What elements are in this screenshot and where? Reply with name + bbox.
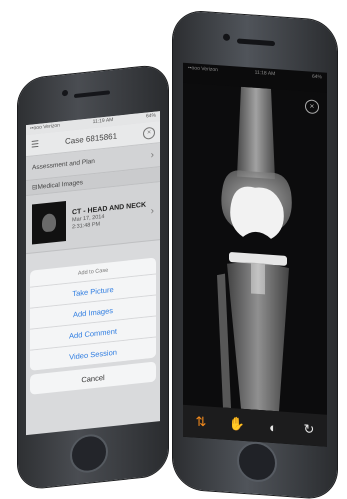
home-button[interactable] xyxy=(237,440,277,484)
hand-pan-icon[interactable]: ✋ xyxy=(226,413,248,437)
close-icon[interactable]: × xyxy=(305,99,319,115)
case-title: Case 6815861 xyxy=(65,131,118,147)
front-camera xyxy=(223,33,230,41)
product-showcase: ••ooo Verizon 11:19 AM 64% ☰ Case 681586… xyxy=(0,0,347,499)
contrast-icon[interactable]: ◐ xyxy=(262,415,284,439)
clock-label: 11:18 AM xyxy=(254,69,276,78)
carrier-label: ••ooo Verizon xyxy=(188,65,218,74)
rotate-icon[interactable]: ↻ xyxy=(298,418,320,442)
menu-icon[interactable]: ☰ xyxy=(31,139,39,151)
right-phone: ••ooo Verizon 11:18 AM 64% × ⇅ ✋ ◐ ↻ xyxy=(173,10,337,499)
image-thumbnail xyxy=(32,200,66,245)
chevron-right-icon: › xyxy=(150,205,154,218)
earpiece-speaker xyxy=(74,90,110,99)
action-sheet-group: Add to Case Take Picture Add Images Add … xyxy=(30,257,156,371)
list-item-label: Assessment and Plan xyxy=(32,157,95,172)
chevron-right-icon: › xyxy=(150,149,154,162)
battery-label: 64% xyxy=(145,112,156,120)
earpiece-speaker xyxy=(237,38,275,47)
front-camera xyxy=(62,89,68,97)
left-phone-screen: ••ooo Verizon 11:19 AM 64% ☰ Case 681586… xyxy=(26,111,160,436)
left-phone: ••ooo Verizon 11:19 AM 64% ☰ Case 681586… xyxy=(18,64,168,490)
right-phone-screen: ••ooo Verizon 11:18 AM 64% × ⇅ ✋ ◐ ↻ xyxy=(183,62,327,447)
section-label: Medical Images xyxy=(37,178,83,191)
knee-xray-image[interactable] xyxy=(183,82,327,415)
action-sheet: Add to Case Take Picture Add Images Add … xyxy=(30,257,156,395)
battery-label: 64% xyxy=(311,73,322,81)
status-bar: ••ooo Verizon 11:18 AM 64% xyxy=(183,63,327,85)
image-meta: CT - HEAD AND NECK Mar 17, 2014 2:31:48 … xyxy=(72,201,151,231)
sort-arrows-icon[interactable]: ⇅ xyxy=(190,410,212,434)
home-button[interactable] xyxy=(70,432,108,475)
close-icon[interactable]: × xyxy=(143,126,155,140)
